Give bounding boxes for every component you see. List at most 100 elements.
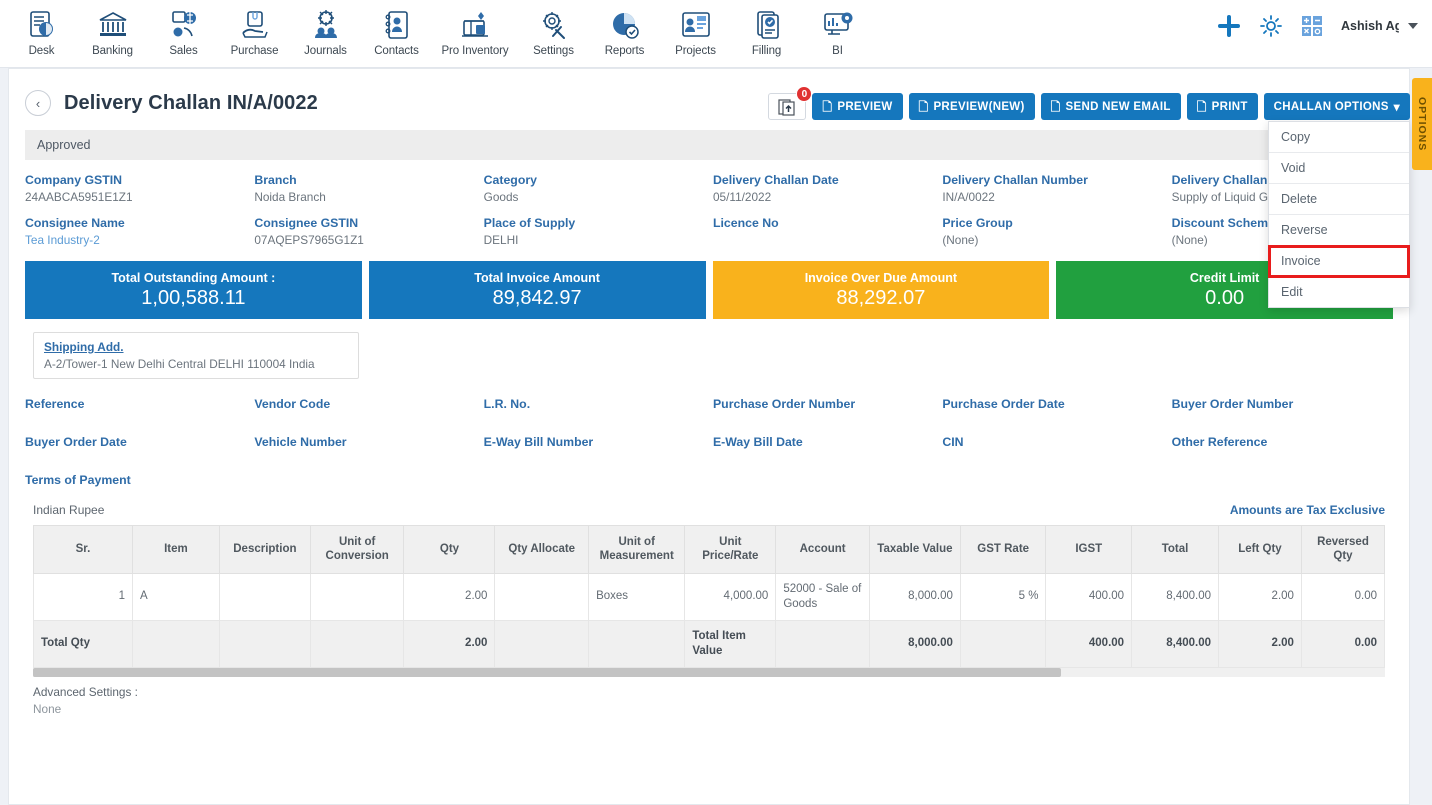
field-value: 07AQEPS7965G1Z1 [254,233,364,247]
field-consignee-name: Consignee Name Tea Industry-2 [17,216,246,247]
field-label: Branch [254,173,297,187]
nav-item-banking[interactable]: Banking [77,0,148,57]
menu-item-copy[interactable]: Copy [1269,122,1409,153]
gear-icon[interactable] [1259,14,1283,38]
calculator-icon[interactable] [1301,15,1323,37]
send-new-email-button[interactable]: 🗋 SEND NEW EMAIL [1040,93,1181,120]
col-qty[interactable]: Qty [403,525,496,574]
send-new-email-button-label: SEND NEW EMAIL [1065,100,1171,113]
cell-total-qty-label: Total Qty [33,619,133,668]
field-category: Category Goods [476,173,705,204]
cell-total: 8,400.00 [1131,572,1220,621]
cell-unit-of-conversion [309,572,405,621]
challan-options-wrapper: CHALLAN OPTIONS ▾ Copy Void Delete Rever… [1263,93,1410,308]
nav-item-projects[interactable]: Projects [660,0,731,57]
summary-cards: Total Outstanding Amount : 1,00,588.11 T… [9,247,1409,319]
field-licence-no: Licence No [705,216,934,247]
table-row: 1 A 2.00 Boxes 4,000.00 52000 - Sale of … [33,572,1386,621]
chevron-left-icon: ‹ [35,95,41,111]
nav-item-reports[interactable]: Reports [589,0,660,57]
col-sr[interactable]: Sr. [33,525,133,574]
card-label: Total Outstanding Amount : [111,270,276,285]
nav-item-pro-inventory[interactable]: Pro Inventory [432,0,518,57]
cell-igst: 400.00 [1045,572,1133,621]
preview-button[interactable]: 🗋 PREVIEW [812,93,903,120]
col-account[interactable]: Account [775,525,870,574]
nav-item-desk[interactable]: Desk [6,0,77,57]
nav-items: Desk Banking Sales Purchase Journals Con… [0,0,873,57]
col-unit-of-conversion[interactable]: Unit of Conversion [309,525,405,574]
field-other-reference: Other Reference [1171,435,1268,449]
col-unit-price-rate[interactable]: Unit Price/Rate [684,525,777,574]
shipping-address-box[interactable]: Shipping Add. A-2/Tower-1 New Delhi Cent… [33,332,359,379]
nav-item-filling[interactable]: Filling [731,0,802,57]
cell-total-left-qty: 2.00 [1218,619,1302,668]
field-value[interactable]: Tea Industry-2 [25,233,246,247]
nav-item-bi[interactable]: BI [802,0,873,57]
card-value: 1,00,588.11 [141,286,246,309]
menu-item-delete[interactable]: Delete [1269,184,1409,215]
field-label: Licence No [712,216,779,230]
nav-item-contacts[interactable]: Contacts [361,0,432,57]
col-gst-rate[interactable]: GST Rate [959,525,1047,574]
col-igst[interactable]: IGST [1045,525,1133,574]
upload-document-button[interactable]: 0 [768,86,813,120]
plus-icon[interactable] [1217,14,1241,38]
menu-item-void[interactable]: Void [1269,153,1409,184]
desk-icon [26,6,58,44]
advanced-settings-value: None [33,701,62,716]
col-left-qty[interactable]: Left Qty [1218,525,1302,574]
items-table-scrollbar[interactable] [33,667,1385,677]
sales-icon [168,6,200,44]
field-value: DELHI [483,233,519,247]
field-terms-of-payment: Terms of Payment [25,473,131,487]
print-button-label: PRINT [1211,100,1248,113]
menu-item-reverse[interactable]: Reverse [1269,215,1409,246]
cell-item[interactable]: A [131,572,220,621]
nav-item-purchase[interactable]: Purchase [219,0,290,57]
nav-item-sales[interactable]: Sales [148,0,219,57]
nav-item-journals[interactable]: Journals [290,0,361,57]
options-side-tab[interactable]: OPTIONS [1412,78,1432,170]
col-unit-of-measurement[interactable]: Unit of Measurement [588,525,686,574]
card-label: Invoice Over Due Amount [804,270,958,285]
projects-icon [680,6,712,44]
col-item[interactable]: Item [131,525,220,574]
scrollbar-thumb[interactable] [33,667,1061,677]
col-qty-allocate[interactable]: Qty Allocate [494,525,590,574]
field-lr-no: L.R. No. [483,397,531,411]
user-menu[interactable]: Ashish Ag [1341,19,1418,33]
preview-new-button[interactable]: 🗋 PREVIEW(NEW) [908,93,1035,120]
chevron-down-icon [1408,23,1418,29]
cell-reversed-qty: 0.00 [1300,572,1386,621]
top-navigation: Desk Banking Sales Purchase Journals Con… [0,0,1432,68]
nav-label: Journals [304,45,347,57]
status-bar: Approved [25,130,1393,160]
nav-right-actions: Ashish Ag [1217,14,1418,38]
upload-badge: 0 [796,86,813,102]
reports-icon [609,6,641,44]
nav-label: Projects [675,45,716,57]
col-taxable-value[interactable]: Taxable Value [868,525,961,574]
nav-label: Desk [28,45,55,57]
cell-total-amount: 8,400.00 [1131,619,1220,668]
nav-item-settings[interactable]: Settings [518,0,589,57]
cell-left-qty: 2.00 [1218,572,1302,621]
field-value: 05/11/2022 [712,190,772,204]
menu-item-edit[interactable]: Edit [1269,277,1409,307]
field-purchase-order-date: Purchase Order Date [942,397,1065,411]
advanced-settings-label: Advanced Settings : [33,684,138,699]
upload-document-icon [778,98,796,116]
reference-field-grid: Reference Vendor Code L.R. No. Purchase … [9,379,1409,487]
back-button[interactable]: ‹ [25,90,51,116]
col-total[interactable]: Total [1131,525,1220,574]
col-description[interactable]: Description [218,525,311,574]
cell-empty [309,619,405,668]
print-button[interactable]: 🗋 PRINT [1186,93,1258,120]
menu-item-invoice[interactable]: Invoice [1268,245,1410,278]
challan-options-dropdown: Copy Void Delete Reverse Invoice Edit [1268,121,1410,308]
col-reversed-qty[interactable]: Reversed Qty [1300,525,1386,574]
shipping-address-label[interactable]: Shipping Add. [44,340,348,354]
challan-options-button[interactable]: CHALLAN OPTIONS ▾ [1263,93,1410,120]
cell-qty: 2.00 [403,572,496,621]
